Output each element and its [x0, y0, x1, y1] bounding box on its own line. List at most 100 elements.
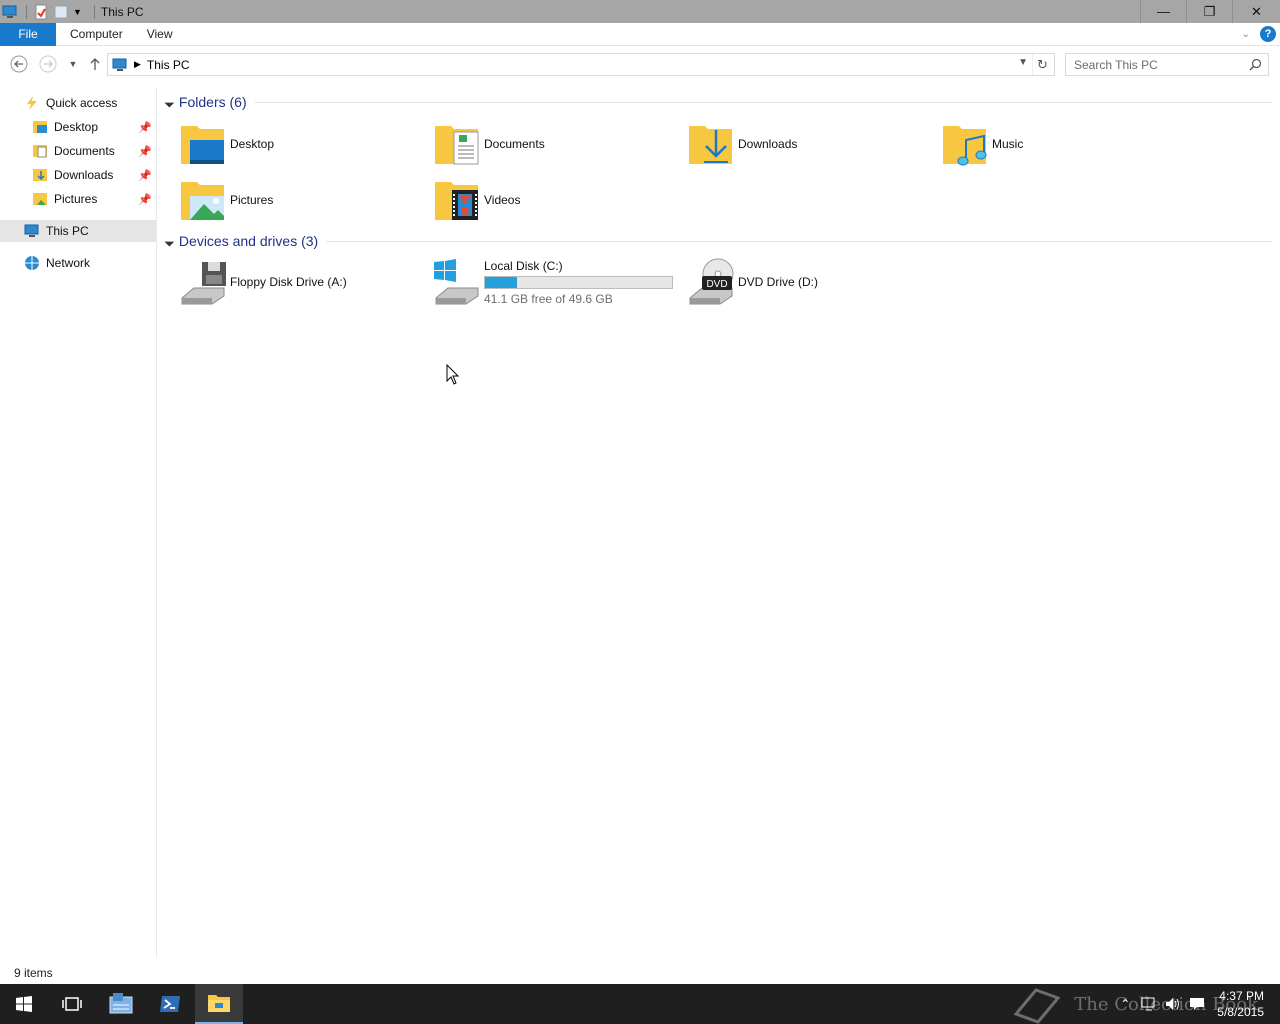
devices-group-header[interactable]: ◢ Devices and drives (3) — [163, 231, 1272, 251]
disk-usage-bar — [484, 275, 673, 289]
drive-tile-local-disk[interactable]: Local Disk (C:) 41.1 GB free of 49.6 GB — [434, 256, 673, 308]
clock[interactable]: 4:37 PM 5/8/2015 — [1209, 988, 1280, 1020]
customize-toolbar-chevron-icon[interactable]: ▼ — [73, 7, 82, 17]
floppy-drive-icon — [181, 262, 226, 305]
this-pc-icon — [112, 58, 127, 71]
folders-group-title: Folders (6) — [178, 94, 247, 110]
folder-label: Documents — [484, 137, 545, 151]
folder-tile-music[interactable]: Music — [942, 118, 1023, 170]
collapse-triangle-icon[interactable]: ◢ — [163, 235, 176, 248]
network-monitor-icon — [1141, 997, 1155, 1011]
drive-tile-dvd[interactable]: DVD DVD Drive (D:) — [688, 256, 818, 308]
nav-quick-access-label: Quick access — [46, 96, 118, 110]
recent-locations-chevron-icon[interactable]: ▼ — [64, 55, 82, 73]
nav-this-pc[interactable]: This PC — [0, 220, 156, 242]
title-bar: ▼ This PC — ❐ ✕ — [0, 0, 1280, 23]
taskbar: The Collection Book ⌃ 4:37 PM 5/8/2015 — [0, 984, 1280, 1024]
pictures-icon — [33, 193, 47, 205]
minimize-button[interactable]: — — [1140, 0, 1186, 23]
up-arrow-icon — [90, 58, 100, 70]
server-manager-icon — [109, 993, 133, 1014]
help-icon[interactable]: ? — [1260, 26, 1276, 42]
tab-file[interactable]: File — [0, 22, 56, 46]
collapse-triangle-icon[interactable]: ◢ — [163, 96, 176, 109]
forward-arrow-icon — [39, 55, 57, 73]
tab-view[interactable]: View — [135, 23, 185, 46]
nav-pictures[interactable]: Pictures 📌 — [32, 188, 156, 210]
up-button[interactable] — [86, 55, 104, 73]
search-input[interactable] — [1074, 57, 1244, 72]
powershell-icon — [160, 996, 180, 1012]
divider — [326, 240, 1272, 242]
window-title: This PC — [100, 4, 144, 19]
folder-label: Desktop — [230, 137, 275, 151]
nav-documents[interactable]: Documents 📌 — [32, 140, 156, 162]
task-view-button[interactable] — [48, 984, 96, 1024]
forward-button[interactable] — [39, 55, 57, 73]
properties-icon[interactable] — [33, 4, 49, 20]
server-manager-button[interactable] — [97, 984, 145, 1024]
book-watermark-icon — [1013, 988, 1061, 1024]
task-view-icon — [62, 997, 82, 1011]
folder-tile-documents[interactable]: Documents — [434, 118, 545, 170]
notification-icon — [1190, 998, 1205, 1010]
window-controls: — ❐ ✕ — [1140, 0, 1280, 23]
dvd-badge-text: DVD — [706, 279, 727, 290]
folders-group-header[interactable]: ◢ Folders (6) — [163, 92, 1272, 112]
folder-tile-downloads[interactable]: Downloads — [688, 118, 797, 170]
status-bar: 9 items — [0, 962, 1280, 984]
expand-ribbon-chevron-icon[interactable]: ⌄ — [1242, 29, 1250, 40]
file-explorer-icon — [208, 995, 230, 1012]
action-center-icon[interactable] — [1185, 984, 1209, 1024]
search-icon[interactable] — [1249, 58, 1262, 71]
search-box[interactable] — [1065, 53, 1269, 76]
start-button[interactable] — [0, 984, 48, 1024]
dvd-drive-icon: DVD — [689, 258, 734, 305]
music-folder-icon — [943, 126, 987, 166]
network-icon — [25, 256, 39, 270]
close-icon: ✕ — [1251, 3, 1262, 19]
mouse-cursor-icon — [446, 364, 460, 385]
folder-tile-desktop[interactable]: Desktop — [180, 118, 274, 170]
address-dropdown-chevron-icon[interactable]: ▼ — [1018, 57, 1028, 68]
file-explorer-button[interactable] — [195, 984, 243, 1024]
this-pc-icon[interactable] — [2, 4, 18, 20]
nav-network[interactable]: Network — [24, 252, 154, 274]
pin-icon: 📌 — [138, 121, 152, 134]
navigation-row: ▼ ▶ This PC ▼ ↻ — [0, 47, 1280, 82]
new-folder-icon[interactable] — [53, 4, 69, 20]
volume-icon[interactable] — [1161, 984, 1185, 1024]
breadcrumb-arrow-icon[interactable]: ▶ — [134, 59, 141, 70]
nav-desktop[interactable]: Desktop 📌 — [32, 116, 156, 138]
drive-tile-floppy[interactable]: Floppy Disk Drive (A:) — [180, 256, 347, 308]
powershell-button[interactable] — [146, 984, 194, 1024]
address-bar[interactable]: ▶ This PC ▼ ↻ — [107, 53, 1055, 76]
navigation-pane: Quick access Desktop 📌 Documents 📌 Downl… — [0, 88, 157, 958]
nav-pictures-label: Pictures — [54, 192, 98, 206]
back-arrow-icon — [10, 55, 28, 73]
disk-usage-fill — [485, 276, 517, 288]
nav-quick-access[interactable]: Quick access — [24, 92, 154, 114]
network-tray-icon[interactable] — [1137, 984, 1161, 1024]
refresh-button[interactable]: ↻ — [1032, 54, 1052, 75]
windows-logo-icon — [16, 996, 32, 1012]
close-button[interactable]: ✕ — [1232, 0, 1280, 23]
pictures-folder-icon — [181, 182, 224, 220]
divider — [254, 101, 1272, 103]
drive-label: DVD Drive (D:) — [738, 275, 818, 289]
restore-button[interactable]: ❐ — [1186, 0, 1232, 23]
folder-tile-videos[interactable]: Videos — [434, 174, 520, 226]
folder-label: Downloads — [738, 137, 798, 151]
local-disk-windows-icon — [434, 259, 479, 305]
back-button[interactable] — [10, 55, 28, 73]
tab-computer[interactable]: Computer — [58, 23, 135, 46]
folder-tile-pictures[interactable]: Pictures — [180, 174, 273, 226]
pin-icon: 📌 — [138, 169, 152, 182]
show-hidden-icons-chevron-icon[interactable]: ⌃ — [1113, 984, 1137, 1024]
desktop-icon — [33, 121, 47, 133]
nav-downloads[interactable]: Downloads 📌 — [32, 164, 156, 186]
videos-folder-icon — [435, 182, 478, 220]
devices-group-title: Devices and drives (3) — [178, 233, 319, 249]
breadcrumb-this-pc[interactable]: This PC — [147, 58, 190, 72]
folder-label: Music — [992, 137, 1024, 151]
